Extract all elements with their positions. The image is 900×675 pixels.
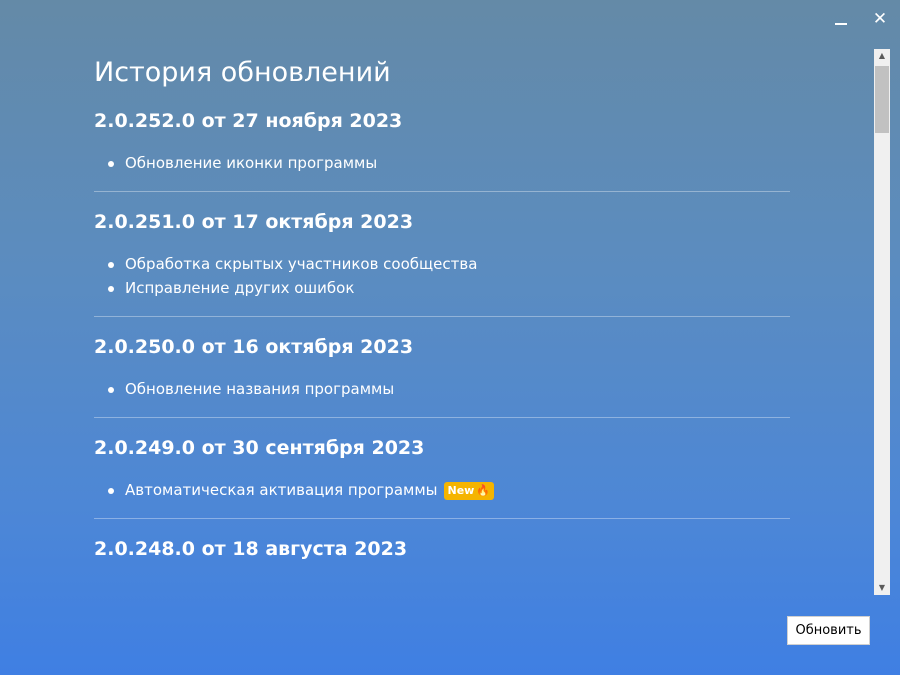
list-item-text: Автоматическая активация программы: [125, 481, 438, 499]
update-button[interactable]: Обновить: [787, 616, 870, 645]
bullet-icon: [108, 286, 114, 292]
list-item: Обработка скрытых участников сообщества: [94, 252, 790, 276]
changelog-panel[interactable]: История обновлений 2.0.252.0 от 27 ноябр…: [94, 55, 790, 595]
page-title: История обновлений: [94, 57, 391, 88]
release-items: Обработка скрытых участников сообщества …: [94, 236, 790, 316]
release-items: Обновление иконки программы: [94, 135, 790, 191]
release-section: 2.0.249.0 от 30 сентября 2023 Автоматиче…: [94, 418, 790, 519]
release-version: 2.0.251.0 от 17 октября 2023: [94, 211, 414, 233]
bullet-icon: [108, 161, 114, 167]
minimize-icon: [835, 23, 847, 25]
release-version: 2.0.249.0 от 30 сентября 2023: [94, 437, 425, 459]
scroll-up-icon[interactable]: ▲: [874, 49, 890, 63]
release-section: 2.0.250.0 от 16 октября 2023 Обновление …: [94, 317, 790, 418]
close-icon: ✕: [872, 8, 888, 29]
new-badge-label: New: [447, 484, 475, 497]
release-items: Обновление названия программы: [94, 361, 790, 417]
list-item: Автоматическая активация программы New 🔥: [94, 478, 790, 502]
bullet-icon: [108, 488, 114, 494]
list-item: Обновление иконки программы: [94, 151, 790, 175]
release-section: 2.0.248.0 от 18 августа 2023: [94, 519, 790, 563]
release-version: 2.0.250.0 от 16 октября 2023: [94, 336, 414, 358]
close-button[interactable]: ✕: [869, 8, 891, 30]
flame-icon: 🔥: [476, 484, 491, 497]
release-version: 2.0.248.0 от 18 августа 2023: [94, 538, 408, 560]
vertical-scrollbar[interactable]: ▲ ▼: [874, 49, 890, 595]
scroll-thumb[interactable]: [875, 66, 889, 133]
new-badge: New 🔥: [443, 482, 495, 500]
list-item-text: Исправление других ошибок: [125, 279, 355, 297]
release-items: Автоматическая активация программы New 🔥: [94, 462, 790, 518]
list-item: Обновление названия программы: [94, 377, 790, 401]
release-version: 2.0.252.0 от 27 ноября 2023: [94, 110, 403, 132]
bullet-icon: [108, 262, 114, 268]
scroll-down-icon[interactable]: ▼: [874, 581, 890, 595]
list-item-text: Обработка скрытых участников сообщества: [125, 255, 478, 273]
release-section: 2.0.251.0 от 17 октября 2023 Обработка с…: [94, 192, 790, 317]
list-item: Исправление других ошибок: [94, 276, 790, 300]
list-item-text: Обновление иконки программы: [125, 154, 378, 172]
minimize-button[interactable]: [830, 8, 852, 30]
bullet-icon: [108, 387, 114, 393]
list-item-text: Обновление названия программы: [125, 380, 395, 398]
release-section: 2.0.252.0 от 27 ноября 2023 Обновление и…: [94, 91, 790, 192]
